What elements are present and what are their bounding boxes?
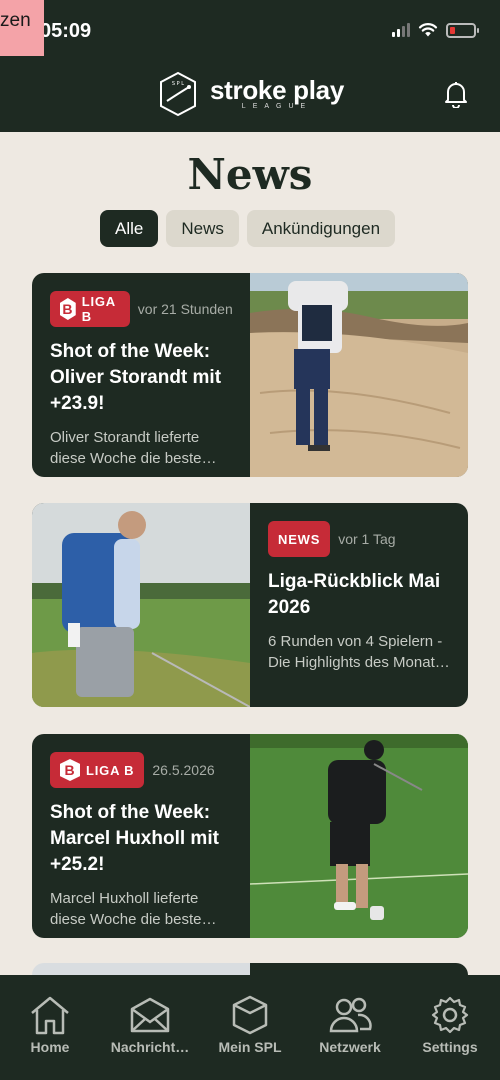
spl-shield-icon [232, 995, 268, 1035]
page-title: News [187, 150, 313, 199]
bottom-nav: Home Nachricht… Mein SPL Netzwerk Settin… [0, 975, 500, 1080]
card-description: Marcel Huxholl lieferte diese Woche die … [50, 890, 202, 928]
filter-chip-alle[interactable]: Alle [100, 210, 159, 247]
filter-chip-news[interactable]: News [166, 210, 239, 247]
news-card[interactable]: NEWS vor 1 Tag Liga-Rückblick Mai 2026 6… [32, 503, 468, 707]
badge-label: NEWS [278, 531, 321, 547]
card-description: 6 Runden von 4 Spielern - Die Highlights… [268, 633, 443, 671]
card-time: vor 1 Tag [338, 531, 396, 547]
top-bar: 05:09 S P L stroke play LEAGUE [0, 0, 500, 132]
card-title: Shot of the Week: Marcel Huxholl mit +25… [50, 802, 219, 875]
home-icon [31, 996, 69, 1035]
league-badge: B LIGA B [50, 291, 130, 327]
bell-icon[interactable] [444, 80, 468, 108]
nav-label: Nachricht… [110, 1039, 190, 1055]
nav-item-messages[interactable]: Nachricht… [102, 995, 198, 1080]
nav-item-mein-spl[interactable]: Mein SPL [202, 995, 298, 1080]
nav-label: Home [30, 1039, 70, 1055]
card-image-golfer-green [32, 503, 250, 707]
debug-overlay: zen [0, 0, 44, 56]
card-image-bunker-shot [250, 273, 468, 477]
battery-icon [446, 22, 479, 38]
card-image-golfer-swing [250, 734, 468, 938]
nav-label: Mein SPL [218, 1039, 282, 1055]
filter-chip-ankuendigungen[interactable]: Ankündigungen [246, 210, 396, 247]
nav-item-settings[interactable]: Settings [402, 995, 498, 1080]
league-b-icon: B [60, 298, 76, 320]
status-icons [392, 22, 479, 38]
league-b-icon: B [60, 759, 80, 781]
badge-label: LIGA B [86, 762, 135, 778]
svg-text:S P L: S P L [172, 81, 184, 87]
nav-item-home[interactable]: Home [2, 995, 98, 1080]
card-title: Liga-Rückblick Mai 2026 [268, 571, 441, 618]
logo-wordmark: stroke play [210, 75, 344, 105]
wifi-icon [418, 23, 438, 37]
mail-icon [130, 997, 170, 1033]
signal-icon [392, 23, 410, 37]
gear-icon [431, 996, 469, 1034]
card-title: Shot of the Week: Oliver Storandt mit +2… [50, 341, 222, 414]
league-badge: B LIGA B [50, 752, 145, 788]
news-card[interactable]: B LIGA B vor 21 Stunden Shot of the Week… [32, 273, 468, 477]
nav-label: Settings [422, 1039, 478, 1055]
app-logo[interactable]: S P L stroke play LEAGUE [158, 71, 344, 117]
news-badge: NEWS [268, 521, 331, 557]
card-time: vor 21 Stunden [137, 301, 233, 317]
badge-label: LIGA B [81, 294, 116, 324]
spl-logo-icon: S P L [160, 71, 196, 117]
card-time: 26.5.2026 [152, 762, 215, 778]
nav-item-network[interactable]: Netzwerk [302, 995, 398, 1080]
news-card[interactable]: B LIGA B 26.5.2026 Shot of the Week: Mar… [32, 734, 468, 938]
nav-label: Netzwerk [319, 1039, 381, 1055]
card-description: Oliver Storandt lieferte diese Woche die… [50, 429, 202, 467]
filter-chips: Alle News Ankündigungen [100, 210, 396, 247]
status-time: 05:09 [40, 20, 92, 42]
people-icon [329, 997, 372, 1033]
